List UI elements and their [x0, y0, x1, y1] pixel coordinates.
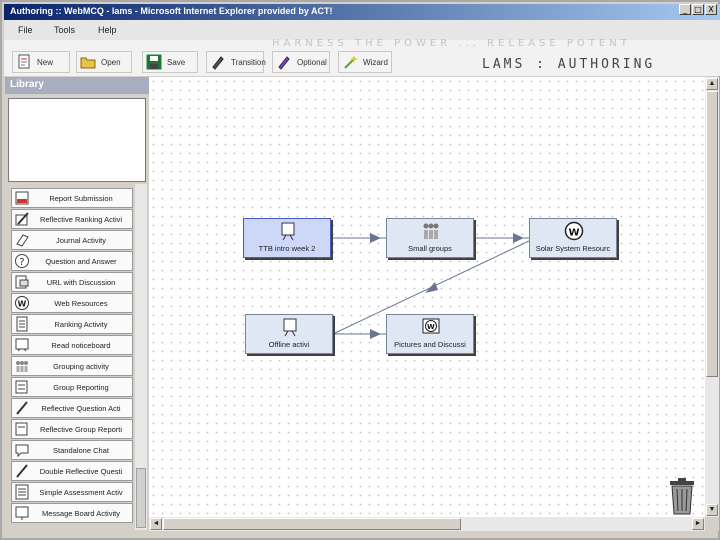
url-discussion-icon: W — [422, 318, 440, 334]
canvas-vertical-scrollbar[interactable]: ▲ ▼ — [705, 77, 719, 517]
browser-window: Authoring :: WebMCQ - lams - Microsoft I… — [0, 0, 720, 540]
web-icon: W — [15, 296, 29, 310]
authoring-canvas[interactable]: TTB intro week 2 Small groups W Solar Sy… — [149, 77, 705, 517]
library-item[interactable]: Reflective Question Acti — [11, 398, 133, 418]
close-button[interactable]: X — [705, 4, 717, 15]
minimize-button[interactable]: _ — [679, 4, 691, 15]
pencil-icon — [15, 212, 29, 226]
library-item[interactable]: Double Reflective Questi — [11, 461, 133, 481]
library-item[interactable]: Reflective Group Reporti — [11, 419, 133, 439]
noticeboard-icon — [15, 338, 29, 352]
new-button-label: New — [37, 58, 54, 67]
vertical-scroll-thumb[interactable] — [706, 91, 718, 377]
trash-can-icon[interactable] — [664, 478, 700, 516]
menu-help[interactable]: Help — [98, 25, 117, 35]
journal-icon — [16, 234, 29, 247]
library-item[interactable]: URL with Discussion — [11, 272, 133, 292]
board-icon — [15, 506, 29, 520]
arrow-head — [370, 233, 381, 243]
pen-icon — [212, 56, 224, 70]
library-item[interactable]: W Web Resources — [11, 293, 133, 313]
activity-solar-system-resources[interactable]: W Solar System Resourc — [529, 218, 617, 258]
wizard-button-label: Wizard — [363, 58, 388, 67]
library-preview-pane — [8, 98, 146, 182]
menu-bar: File Tools Help — [4, 20, 720, 40]
scrollbar-corner — [705, 517, 719, 531]
library-item[interactable]: ? Question and Answer — [11, 251, 133, 271]
noticeboard-icon — [283, 318, 297, 337]
group-icon — [423, 223, 439, 239]
optional-pen-icon — [278, 56, 290, 70]
chat-icon — [15, 444, 29, 458]
library-list: Report Submission Reflective Ranking Act… — [5, 184, 149, 532]
svg-text:W: W — [18, 300, 27, 309]
open-button-label: Open — [101, 58, 121, 67]
library-item[interactable]: Message Board Activity — [11, 503, 133, 523]
window-title: Authoring :: WebMCQ - lams - Microsoft I… — [10, 6, 333, 16]
noticeboard-icon — [281, 222, 295, 241]
menu-file[interactable]: File — [18, 25, 33, 35]
group-icon — [16, 361, 28, 372]
arrow-head — [513, 233, 524, 243]
svg-text:W: W — [569, 228, 580, 239]
scroll-left-arrow[interactable]: ◄ — [150, 518, 162, 530]
library-scroll-thumb[interactable] — [136, 468, 146, 528]
library-item[interactable]: Report Submission — [11, 188, 133, 208]
scroll-right-arrow[interactable]: ► — [692, 518, 704, 530]
optional-button-label: Optional — [297, 58, 327, 67]
horizontal-scroll-thumb[interactable] — [163, 518, 461, 530]
banner-slogan: HARNESS THE POWER ... RELEASE POTENT — [272, 38, 631, 49]
transition-button[interactable]: Transition — [206, 51, 266, 73]
library-item[interactable]: Read noticeboard — [11, 335, 133, 355]
library-item[interactable]: Simple Assessment Activ — [11, 482, 133, 502]
library-item[interactable]: Ranking Activity — [11, 314, 133, 334]
arrow-head — [425, 282, 438, 293]
pencil-icon — [16, 464, 28, 478]
group-report-icon — [15, 422, 28, 436]
library-item[interactable]: Grouping activity — [11, 356, 133, 376]
canvas-horizontal-scrollbar[interactable]: ◄ ► — [149, 517, 705, 531]
activity-ttb-intro[interactable]: TTB intro week 2 — [243, 218, 331, 258]
question-icon: ? — [15, 254, 29, 268]
save-button-label: Save — [167, 58, 186, 67]
wizard-wand-icon — [344, 55, 358, 69]
pencil-icon — [16, 401, 28, 415]
title-bar: Authoring :: WebMCQ - lams - Microsoft I… — [4, 4, 720, 20]
assessment-icon — [15, 484, 29, 500]
optional-button[interactable]: Optional — [272, 51, 330, 73]
new-document-icon — [18, 54, 30, 69]
transition-button-label: Transition — [231, 58, 266, 67]
ranking-icon — [16, 316, 28, 332]
open-button[interactable]: Open — [76, 51, 132, 73]
new-button[interactable]: New — [12, 51, 70, 73]
svg-text:?: ? — [19, 257, 24, 268]
report-icon — [15, 191, 29, 205]
activity-pictures-discussion[interactable]: W Pictures and Discussi — [386, 314, 474, 354]
wizard-button[interactable]: Wizard — [338, 51, 392, 73]
transition-arrows — [332, 233, 530, 339]
library-item[interactable]: Journal Activity — [11, 230, 133, 250]
library-item[interactable]: Group Reporting — [11, 377, 133, 397]
library-header: Library — [5, 77, 149, 94]
scroll-up-arrow[interactable]: ▲ — [706, 78, 718, 90]
save-button[interactable]: Save — [142, 51, 198, 73]
svg-text:W: W — [427, 323, 435, 331]
activity-small-groups[interactable]: Small groups — [386, 218, 474, 258]
maximize-button[interactable]: □ — [692, 4, 704, 15]
floppy-disk-icon — [146, 54, 162, 70]
library-item[interactable]: Standalone Chat — [11, 440, 133, 460]
arrow-head — [370, 329, 381, 339]
web-icon: W — [564, 221, 584, 241]
library-item[interactable]: Reflective Ranking Activi — [11, 209, 133, 229]
activity-offline[interactable]: Offline activi — [245, 314, 333, 354]
menu-tools[interactable]: Tools — [54, 25, 75, 35]
library-scrollbar[interactable] — [135, 184, 147, 530]
lams-authoring-logo: LAMS : AUTHORING — [482, 57, 656, 72]
url-icon — [15, 275, 29, 289]
folder-icon — [80, 57, 96, 69]
scroll-down-arrow[interactable]: ▼ — [706, 504, 718, 516]
group-report-icon — [15, 380, 28, 394]
library-title: Library — [10, 79, 44, 90]
